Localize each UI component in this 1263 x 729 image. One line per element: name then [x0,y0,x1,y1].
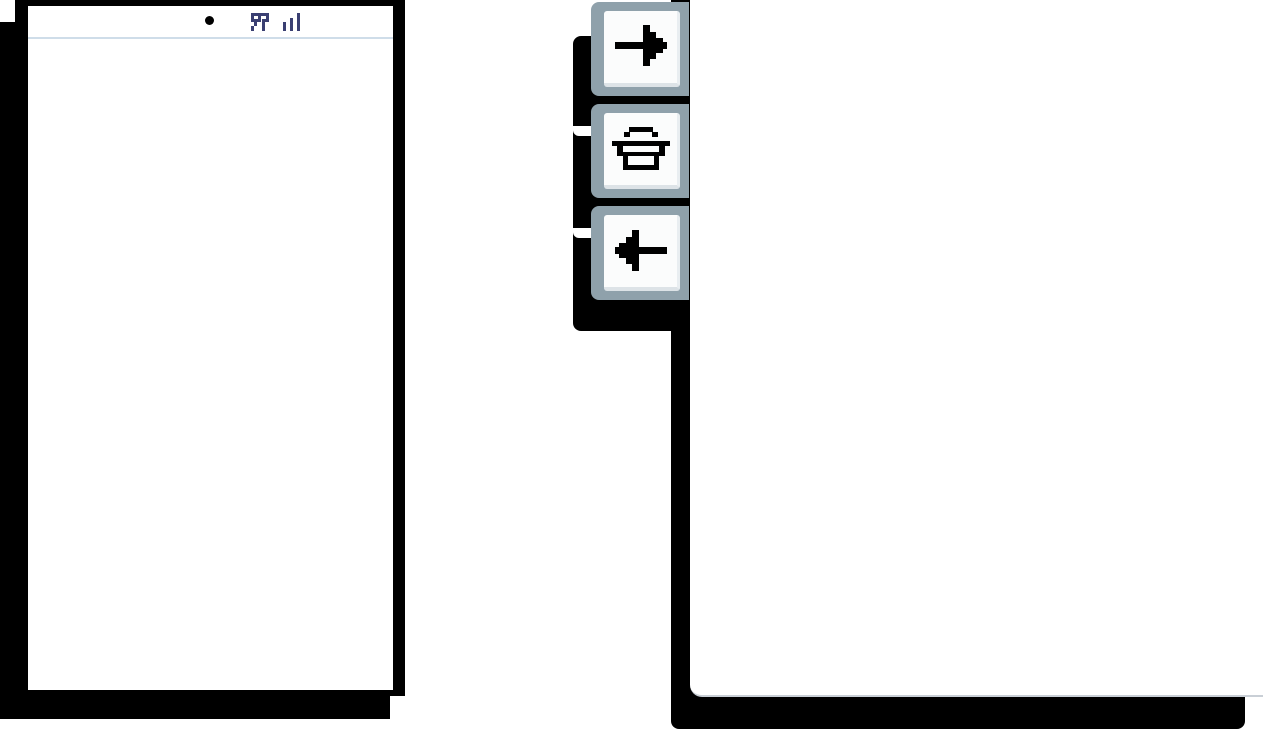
main-window [690,0,1263,697]
arrow-right-icon [614,25,667,66]
arrow-left-icon [614,230,667,271]
forward-button-face [604,11,680,87]
print-button-face [604,113,680,189]
back-button[interactable] [591,206,689,300]
back-button-face [604,215,680,291]
print-button[interactable] [591,104,689,198]
network-icon [251,13,269,31]
phone-screen [28,6,393,690]
status-bar [28,6,393,39]
dot-indicator-icon [205,16,214,25]
signal-bars-icon [283,13,300,31]
forward-button[interactable] [591,2,689,96]
printer-icon [611,127,670,170]
